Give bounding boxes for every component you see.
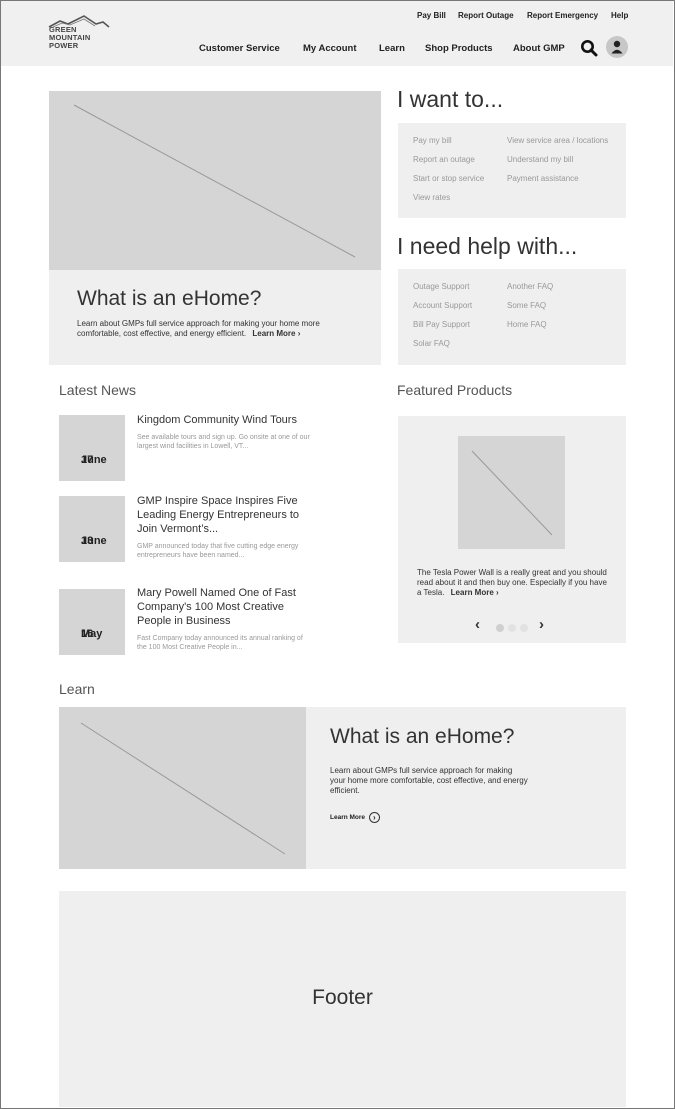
link-some-faq[interactable]: Some FAQ [507, 301, 546, 310]
learn-title: What is an eHome? [330, 725, 515, 748]
link-home-faq[interactable]: Home FAQ [507, 320, 547, 329]
link-solar-faq[interactable]: Solar FAQ [413, 339, 450, 348]
featured-product-card: The Tesla Power Wall is a really great a… [398, 416, 626, 643]
news-title-link[interactable]: GMP Inspire Space Inspires Five Leading … [137, 494, 312, 536]
i-want-to-panel: Pay my bill Report an outage Start or st… [398, 123, 626, 218]
link-view-service-area[interactable]: View service area / locations [507, 136, 608, 145]
link-report-an-outage[interactable]: Report an outage [413, 155, 475, 164]
help-with-panel: Outage Support Account Support Bill Pay … [398, 269, 626, 365]
hero-caption-panel: What is an eHome? Learn about GMPs full … [49, 270, 381, 365]
hero-title: What is an eHome? [77, 287, 262, 310]
news-title-link[interactable]: Kingdom Community Wind Tours [137, 413, 312, 427]
link-pay-my-bill[interactable]: Pay my bill [413, 136, 452, 145]
utility-link-help[interactable]: Help [611, 11, 628, 20]
account-icon[interactable] [606, 36, 628, 58]
featured-products-heading: Featured Products [397, 382, 513, 398]
help-with-heading: I need help with... [397, 233, 578, 259]
learn-card: What is an eHome? Learn about GMPs full … [59, 707, 626, 869]
news-description: Fast Company today announced its annual … [137, 635, 303, 651]
news-date-badge: June 13 [59, 496, 125, 562]
product-learn-more-link[interactable]: Learn More [451, 588, 494, 597]
arrow-right-icon: › [297, 329, 301, 338]
link-payment-assistance[interactable]: Payment assistance [507, 174, 579, 183]
link-view-rates[interactable]: View rates [413, 193, 450, 202]
search-icon[interactable] [580, 39, 598, 57]
utility-link-report-outage[interactable]: Report Outage [458, 11, 514, 20]
latest-news-heading: Latest News [59, 382, 137, 398]
link-start-stop-service[interactable]: Start or stop service [413, 174, 484, 183]
utility-link-pay-bill[interactable]: Pay Bill [417, 11, 446, 20]
news-date-badge: May 16 [59, 589, 125, 655]
link-bill-pay-support[interactable]: Bill Pay Support [413, 320, 470, 329]
learn-heading: Learn [59, 681, 95, 697]
i-want-to-heading: I want to... [397, 86, 504, 112]
hero-learn-more-link[interactable]: Learn More [252, 329, 295, 338]
link-outage-support[interactable]: Outage Support [413, 282, 469, 291]
link-account-support[interactable]: Account Support [413, 301, 472, 310]
learn-more-link[interactable]: Learn More › [330, 812, 380, 823]
nav-learn[interactable]: Learn [379, 43, 405, 54]
news-date-badge: June 17 [59, 415, 125, 481]
circle-arrow-icon: › [368, 812, 380, 823]
utility-link-report-emergency[interactable]: Report Emergency [527, 11, 598, 20]
news-description: See available tours and sign up. Go onsi… [137, 434, 310, 450]
carousel-dot-active[interactable] [496, 624, 504, 632]
link-understand-my-bill[interactable]: Understand my bill [507, 155, 573, 164]
logo-text: GREEN MOUNTAIN POWER [49, 25, 91, 50]
nav-my-account[interactable]: My Account [303, 43, 356, 54]
product-description: The Tesla Power Wall is a really great a… [417, 568, 607, 597]
carousel-dot[interactable] [520, 624, 528, 632]
nav-about-gmp[interactable]: About GMP [513, 43, 565, 54]
news-title-link[interactable]: Mary Powell Named One of Fast Company's … [137, 586, 312, 628]
carousel-next-icon[interactable]: › [539, 617, 544, 632]
carousel-dot[interactable] [508, 624, 516, 632]
nav-customer-service[interactable]: Customer Service [199, 43, 280, 54]
nav-shop-products[interactable]: Shop Products [425, 43, 493, 54]
link-another-faq[interactable]: Another FAQ [507, 282, 553, 291]
hero-text: Learn about GMPs full service approach f… [77, 319, 320, 338]
carousel-prev-icon[interactable]: ‹ [475, 617, 480, 632]
learn-image-placeholder [59, 707, 306, 869]
site-header: GREEN MOUNTAIN POWER Pay Bill Report Out… [1, 1, 673, 66]
footer: Footer [59, 891, 626, 1107]
arrow-right-icon: › [496, 588, 499, 597]
footer-label: Footer [312, 986, 373, 1009]
learn-text: Learn about GMPs full service approach f… [330, 766, 528, 795]
hero-image-placeholder [49, 91, 381, 270]
product-image-placeholder [458, 436, 565, 549]
news-description: GMP announced today that five cutting ed… [137, 543, 299, 559]
gmp-logo[interactable]: GREEN MOUNTAIN POWER [48, 15, 110, 55]
